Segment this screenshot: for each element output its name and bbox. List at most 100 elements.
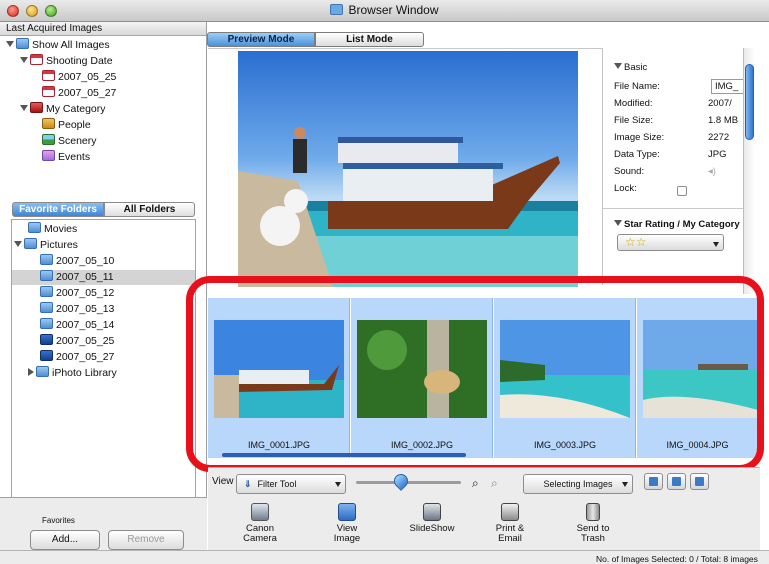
folder-icon [24,238,37,249]
tab-all-folders[interactable]: All Folders [104,202,195,217]
view-image-button[interactable]: View Image [317,503,377,544]
favorites-label: Favorites [42,516,75,525]
disclosure-triangle-icon[interactable] [20,57,28,63]
slideshow-icon [423,503,441,521]
camera-icon [251,503,269,521]
tree-item-events[interactable]: Events [42,150,90,165]
folder-item-selected[interactable]: 2007_05_11 [12,270,195,285]
tab-favorite-folders[interactable]: Favorite Folders [12,202,104,217]
lock-checkbox[interactable] [677,186,687,196]
zoom-slider-track[interactable] [356,481,461,484]
status-text: No. of Images Selected: 0 / Total: 8 ima… [596,554,758,564]
basic-section[interactable]: Basic [614,62,647,73]
print-email-button[interactable]: Print & Email [480,503,540,544]
zoom-slider-handle[interactable] [391,471,411,491]
tree-item-scenery[interactable]: Scenery [42,134,97,149]
view-label: View [212,476,234,487]
folder-icon [40,302,53,313]
info-panel: Basic File Name: IMG_ Modified: 2007/ Fi… [602,48,760,285]
highlight-annotation [186,276,764,472]
window-title: Browser Window [0,3,769,17]
disclosure-triangle-icon[interactable] [28,368,34,376]
folder-list: Movies Pictures 2007_05_10 2007_05_11 20… [11,219,196,517]
folder-tabs: Favorite Folders All Folders [12,202,195,217]
rotate-right-button[interactable] [667,473,686,490]
canon-camera-button[interactable]: Canon Camera [230,503,290,544]
last-acquired-header: Last Acquired Images [0,22,206,36]
folder-item[interactable]: 2007_05_10 [40,254,114,269]
download-folder-icon [40,334,53,345]
tab-preview-mode[interactable]: Preview Mode [207,32,315,47]
folder-item-pictures[interactable]: Pictures [14,238,78,253]
folder-item[interactable]: 2007_05_14 [40,318,114,333]
info-toggle-button[interactable] [690,473,709,490]
view-toolbar: View ⇓ Filter Tool ⌕ ⌕ Selecting Images [208,467,760,499]
folder-item[interactable]: 2007_05_13 [40,302,114,317]
info-scrollbar[interactable] [743,48,755,294]
image-size-value: 2272 [708,132,730,143]
disclosure-triangle-icon[interactable] [614,63,622,69]
disclosure-triangle-icon[interactable] [20,105,28,111]
zoom-in-icon[interactable]: ⌕ [472,476,479,491]
favorites-panel: Favorites Add... Remove [0,497,207,550]
slideshow-button[interactable]: SlideShow [402,503,462,534]
folder-item[interactable]: 2007_05_12 [40,286,114,301]
calendar-date-icon [42,70,55,81]
preview-area [208,48,602,287]
send-to-trash-button[interactable]: Send to Trash [563,503,623,544]
disclosure-triangle-icon[interactable] [614,220,622,226]
info-label: Modified: [614,98,653,109]
tab-list-mode[interactable]: List Mode [315,32,424,47]
speaker-icon[interactable]: ◂) [708,166,748,177]
add-favorite-button[interactable]: Add... [30,530,100,550]
sidebar: Last Acquired Images Show All Images Sho… [0,22,207,550]
disclosure-triangle-icon[interactable] [6,41,14,47]
scenery-icon [42,134,55,145]
disclosure-triangle-icon[interactable] [14,241,22,247]
tree-item-date[interactable]: 2007_05_25 [42,70,116,85]
info-label: Data Type: [614,149,660,160]
all-images-icon [16,38,29,49]
folder-item-iphoto[interactable]: iPhoto Library [28,366,117,381]
tree-item-my-category[interactable]: My Category [20,102,106,117]
info-label: Lock: [614,183,637,194]
events-icon [42,150,55,161]
folder-icon [330,4,344,15]
info-label: File Name: [614,81,660,92]
scroll-thumb[interactable] [745,64,754,140]
preview-image[interactable] [238,51,578,287]
folder-icon [40,286,53,297]
tree-item-shooting-date[interactable]: Shooting Date [20,54,113,69]
info-icon [695,477,704,486]
folder-item-movies[interactable]: Movies [28,222,77,237]
view-image-icon [338,503,356,521]
tree-item-show-all[interactable]: Show All Images [6,38,110,53]
info-label: File Size: [614,115,654,126]
info-label: Sound: [614,166,645,177]
filter-tool-dropdown[interactable]: ⇓ Filter Tool [236,474,346,494]
divider [603,208,745,209]
rotate-left-icon [649,477,658,486]
folder-icon [36,366,49,377]
calendar-icon [30,54,43,65]
remove-favorite-button[interactable]: Remove [108,530,184,550]
print-icon [501,503,519,521]
zoom-out-icon[interactable]: ⌕ [491,476,498,491]
category-icon [30,102,43,113]
chevron-down-icon [335,482,341,487]
people-icon [42,118,55,129]
file-size-value: 1.8 MB [708,115,739,126]
rotate-right-icon [672,477,681,486]
star-rating-select[interactable]: ☆☆ [617,234,724,251]
rating-section[interactable]: Star Rating / My Category [614,219,740,230]
folder-item[interactable]: 2007_05_25 [40,334,114,349]
tree-item-people[interactable]: People [42,118,91,133]
folder-icon [40,318,53,329]
modified-value: 2007/ [708,98,732,109]
rotate-left-button[interactable] [644,473,663,490]
action-toolbar: Canon Camera View Image SlideShow Print … [208,499,760,551]
selecting-images-dropdown[interactable]: Selecting Images [523,474,633,494]
folder-item[interactable]: 2007_05_27 [40,350,114,365]
tree-item-date[interactable]: 2007_05_27 [42,86,116,101]
folder-icon [40,254,53,265]
